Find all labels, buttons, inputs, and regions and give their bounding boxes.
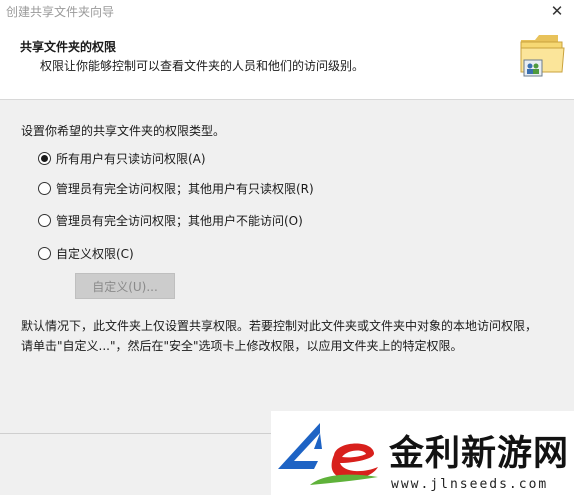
radio-admin-full-others-none[interactable]: 管理员有完全访问权限；其他用户不能访问(O) [38,212,303,229]
close-button[interactable]: ✕ [546,1,568,21]
radio-icon[interactable] [38,247,51,260]
page-subtitle: 权限让你能够控制可以查看文件夹的人员和他们的访问级别。 [40,59,365,73]
site-name: 金利新游网 [389,433,570,474]
radio-readonly-all[interactable]: 所有用户有只读访问权限(A) [38,150,206,167]
page-title: 共享文件夹的权限 [20,40,117,54]
close-icon: ✕ [550,2,564,20]
shared-folder-icon [520,35,565,77]
wizard-header: 共享文件夹的权限 权限让你能够控制可以查看文件夹的人员和他们的访问级别。 [0,22,574,100]
site-url: www.jlnseeds.com [391,477,549,492]
radio-label: 管理员有完全访问权限；其他用户不能访问(O) [56,214,303,228]
site-watermark: 金利新游网 www.jlnseeds.com [271,411,574,495]
radio-label: 所有用户有只读访问权限(A) [56,152,206,166]
title-bar: 创建共享文件夹向导 ✕ [0,0,574,22]
radio-label: 自定义权限(C) [56,247,134,261]
radio-icon[interactable] [38,182,51,195]
custom-button[interactable]: 自定义(U)... [75,273,175,299]
permission-note: 默认情况下，此文件夹上仅设置共享权限。若要控制对此文件夹或文件夹中对象的本地访问… [21,319,538,353]
radio-custom[interactable]: 自定义权限(C) [38,245,134,262]
permission-prompt: 设置你希望的共享文件夹的权限类型。 [21,124,226,138]
radio-label: 管理员有完全访问权限；其他用户有只读权限(R) [56,182,314,196]
window-title: 创建共享文件夹向导 [6,5,115,19]
radio-admin-full-others-readonly[interactable]: 管理员有完全访问权限；其他用户有只读权限(R) [38,180,314,197]
site-logo-icon [278,423,378,485]
radio-icon[interactable] [38,152,51,165]
radio-icon[interactable] [38,214,51,227]
